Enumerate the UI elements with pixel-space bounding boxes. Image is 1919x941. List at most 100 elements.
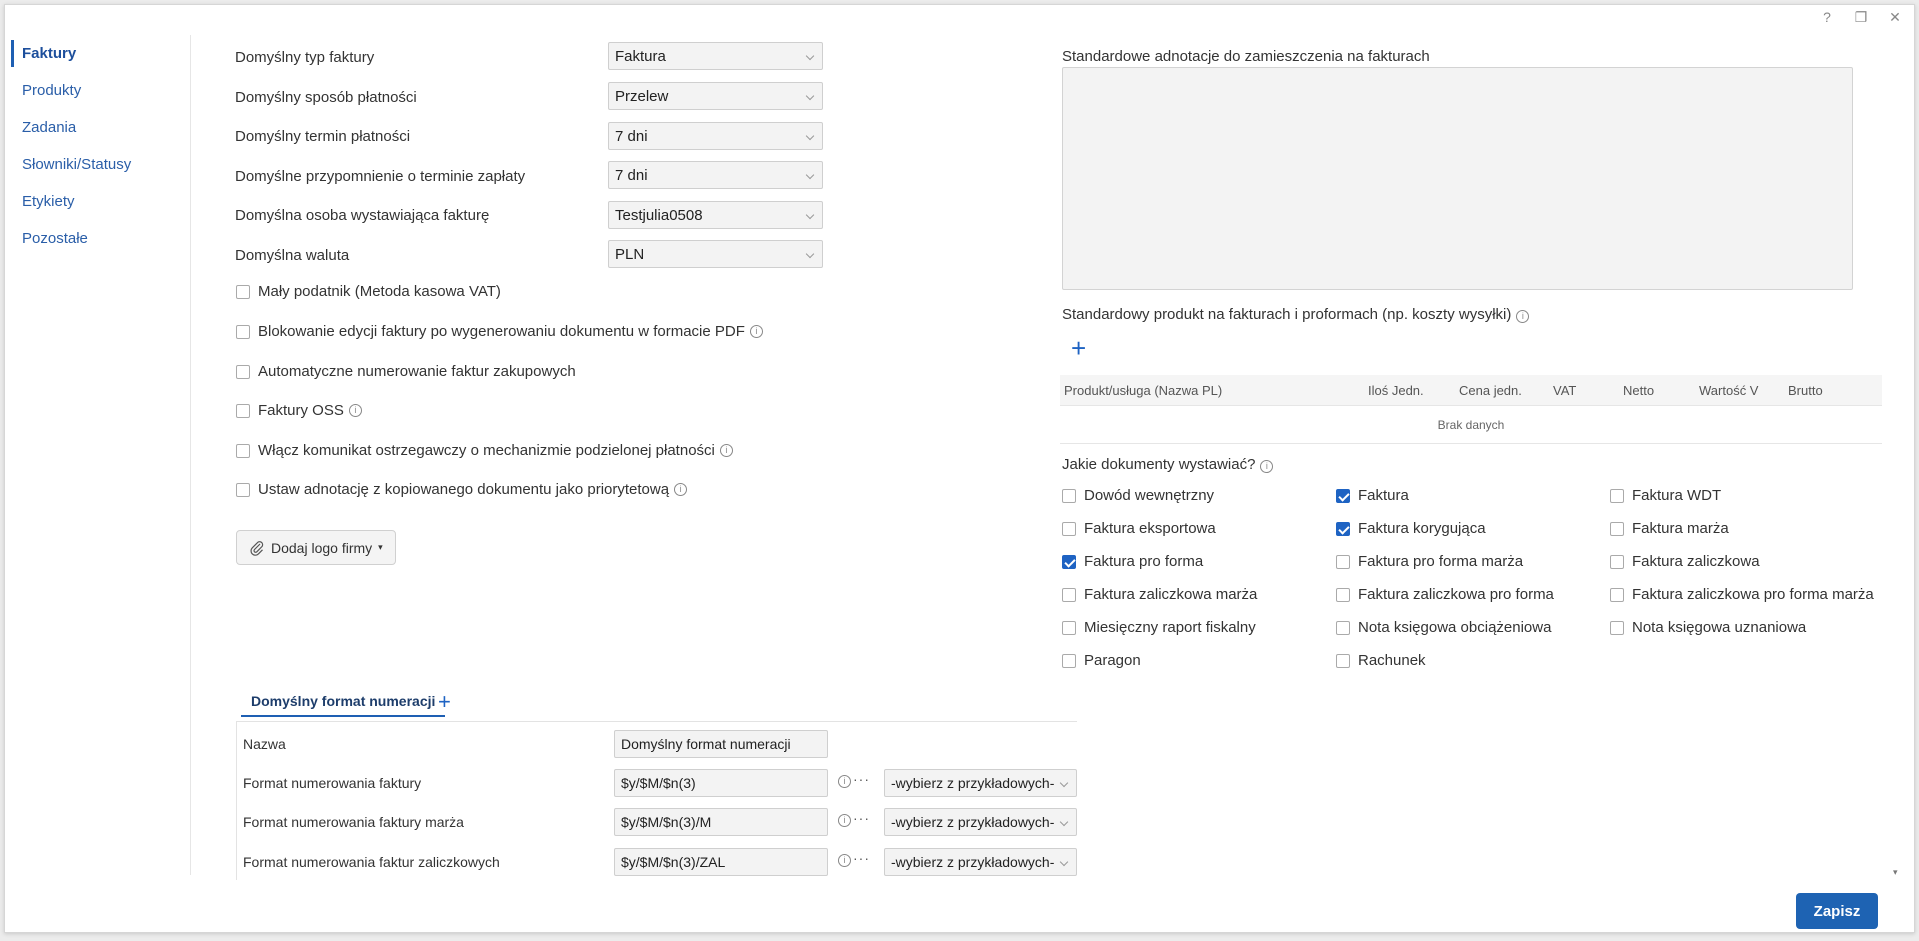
margin-invoice-format-input[interactable]: $y/$M/$n(3)/M [614,808,828,836]
document-option[interactable]: Faktura zaliczkowa [1610,553,1760,570]
checkbox[interactable] [1610,521,1624,536]
document-option[interactable]: Faktura eksportowa [1062,520,1216,537]
advance-invoice-format-input[interactable]: $y/$M/$n(3)/ZAL [614,848,828,876]
document-option[interactable]: Faktura pro forma marża [1336,553,1523,570]
checkbox[interactable] [1336,521,1350,536]
option-label: Faktury OSS [258,402,344,419]
option-small-taxpayer[interactable]: Mały podatnik (Metoda kasowa VAT) [236,283,501,300]
info-icon[interactable]: i [719,444,733,457]
checkbox[interactable] [1062,620,1076,635]
document-option[interactable]: Miesięczny raport fiskalny [1062,619,1256,636]
document-option[interactable]: Dowód wewnętrzny [1062,487,1214,504]
sidebar-item-pozostale[interactable]: Pozostałe [5,220,190,257]
document-option-label: Paragon [1084,652,1141,669]
checkbox[interactable] [1610,587,1624,602]
standard-product-label: Standardowy produkt na fakturach i profo… [1062,306,1530,323]
more-options-icon[interactable]: ··· [853,771,870,787]
checkbox[interactable] [236,443,250,458]
checkbox[interactable] [236,284,250,299]
default-payment-method-select[interactable]: Przelew [608,82,823,110]
document-option[interactable]: Faktura korygująca [1336,520,1486,537]
checkbox[interactable] [1610,488,1624,503]
invoice-format-input[interactable]: $y/$M/$n(3) [614,769,828,797]
document-option[interactable]: Rachunek [1336,652,1426,669]
info-icon[interactable]: i [348,404,362,417]
info-icon[interactable]: i [838,814,851,827]
document-option[interactable]: Nota księgowa uznaniowa [1610,619,1806,636]
option-oss[interactable]: Faktury OSS i [236,402,362,419]
checkbox[interactable] [236,364,250,379]
checkbox[interactable] [1062,587,1076,602]
more-options-icon[interactable]: ··· [853,850,870,866]
add-logo-button[interactable]: Dodaj logo firmy ▾ [236,530,396,565]
document-option[interactable]: Faktura WDT [1610,487,1721,504]
col-product: Produkt/usługa (Nazwa PL) [1064,383,1223,398]
annotations-textarea[interactable] [1062,67,1853,290]
checkbox[interactable] [1062,653,1076,668]
info-icon[interactable]: i [1260,460,1274,473]
checkbox[interactable] [1062,521,1076,536]
checkbox[interactable] [1336,554,1350,569]
sidebar-item-zadania[interactable]: Zadania [5,109,190,146]
info-icon[interactable]: i [838,775,851,788]
checkbox[interactable] [1336,653,1350,668]
default-invoice-type-select[interactable]: Faktura [608,42,823,70]
numbering-name-label: Nazwa [243,736,286,752]
tab-default-numbering[interactable]: Domyślny format numeracji [241,691,446,717]
checkbox[interactable] [1610,620,1624,635]
numbering-name-input[interactable]: Domyślny format numeracji [614,730,828,758]
document-option-label: Faktura zaliczkowa pro forma [1358,586,1554,603]
more-options-icon[interactable]: ··· [853,810,870,826]
default-issuer-select[interactable]: Testjulia0508 [608,201,823,229]
close-icon[interactable]: ✕ [1886,9,1904,26]
info-icon[interactable]: i [674,483,688,496]
invoice-format-example-select[interactable]: -wybierz z przykładowych- [884,769,1077,797]
sidebar-item-slowniki[interactable]: Słowniki/Statusy [5,146,190,183]
checkbox[interactable] [1336,488,1350,503]
sidebar-item-faktury[interactable]: Faktury [5,35,190,72]
document-option[interactable]: Nota księgowa obciążeniowa [1336,619,1551,636]
document-option-label: Faktura marża [1632,520,1729,537]
option-auto-numbering[interactable]: Automatyczne numerowanie faktur zakupowy… [236,363,576,380]
option-split-payment-warning[interactable]: Włącz komunikat ostrzegawczy o mechanizm… [236,442,733,459]
help-icon[interactable]: ? [1818,9,1836,26]
checkbox[interactable] [236,403,250,418]
checkbox[interactable] [1062,554,1076,569]
document-option-label: Nota księgowa obciążeniowa [1358,619,1552,636]
sidebar-item-produkty[interactable]: Produkty [5,72,190,109]
default-reminder-select[interactable]: 7 dni [608,161,823,189]
checkbox[interactable] [1610,554,1624,569]
save-button[interactable]: Zapisz [1796,893,1878,929]
option-block-editing[interactable]: Blokowanie edycji faktury po wygenerowan… [236,323,763,340]
document-option[interactable]: Faktura pro forma [1062,553,1203,570]
checkbox[interactable] [1336,587,1350,602]
checkbox[interactable] [1062,488,1076,503]
restore-icon[interactable]: ❐ [1852,9,1870,26]
option-priority-annotation[interactable]: Ustaw adnotację z kopiowanego dokumentu … [236,481,688,498]
info-icon[interactable]: i [1516,310,1530,323]
info-icon[interactable]: i [749,325,763,338]
document-option-label: Dowód wewnętrzny [1084,487,1215,504]
checkbox[interactable] [1336,620,1350,635]
add-numbering-format-button[interactable]: + [438,689,451,715]
checkbox[interactable] [236,324,250,339]
product-table-empty: Brak danych [1060,407,1882,444]
scroll-down-icon[interactable]: ▾ [1893,867,1898,878]
annotations-label: Standardowe adnotacje do zamieszczenia n… [1062,48,1430,65]
margin-invoice-format-example-select[interactable]: -wybierz z przykładowych- [884,808,1077,836]
document-option[interactable]: Faktura zaliczkowa marża [1062,586,1257,603]
default-currency-select[interactable]: PLN [608,240,823,268]
info-icon[interactable]: i [838,854,851,867]
default-payment-term-select[interactable]: 7 dni [608,122,823,150]
caret-down-icon: ▾ [378,542,383,552]
checkbox[interactable] [236,482,250,497]
document-option[interactable]: Faktura zaliczkowa pro forma [1336,586,1554,603]
advance-invoice-format-example-select[interactable]: -wybierz z przykładowych- [884,848,1077,876]
document-option[interactable]: Paragon [1062,652,1141,669]
document-option[interactable]: Faktura [1336,487,1409,504]
add-product-button[interactable]: + [1071,335,1086,361]
document-option[interactable]: Faktura marża [1610,520,1729,537]
document-option[interactable]: Faktura zaliczkowa pro forma marża [1610,586,1874,603]
sidebar-item-etykiety[interactable]: Etykiety [5,183,190,220]
option-label: Mały podatnik (Metoda kasowa VAT) [258,283,501,300]
